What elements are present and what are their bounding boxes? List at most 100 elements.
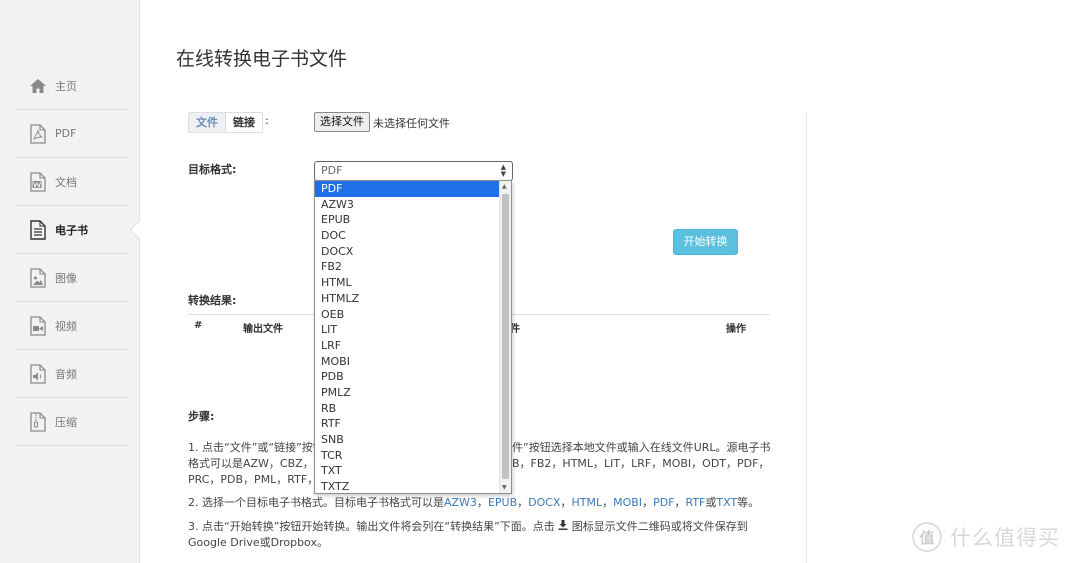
format-link[interactable]: EPUB <box>488 496 517 509</box>
watermark-logo-icon: 值 <box>912 522 942 552</box>
format-option[interactable]: PDB <box>315 369 499 385</box>
watermark: 值 什么值得买 <box>912 522 1060 552</box>
sidebar-item-label: 图像 <box>55 271 77 285</box>
audio-file-icon <box>26 362 50 386</box>
tab-link[interactable]: 链接 <box>225 113 262 132</box>
format-link-txt[interactable]: TXT <box>716 496 737 509</box>
link-separator: ， <box>674 496 686 509</box>
selected-format: PDF <box>321 164 343 177</box>
link-separator: ， <box>560 496 572 509</box>
steps-label: 步骤: <box>188 410 215 423</box>
format-link[interactable]: RTF <box>686 496 706 509</box>
download-icon <box>558 520 572 533</box>
format-option[interactable]: MOBI <box>315 354 499 370</box>
sidebar-item-docs[interactable]: 文档 <box>16 158 129 206</box>
step-1-line-3: PRC，PDB，PML，RTF， <box>188 472 318 488</box>
format-option[interactable]: OEB <box>315 307 499 323</box>
step-1-line-2b: B，FB2，HTML，LIT，LRF，MOBI，ODT，PDF， <box>512 456 769 472</box>
format-option[interactable]: RB <box>315 401 499 417</box>
sidebar-item-label: 文档 <box>55 175 77 189</box>
format-option[interactable]: LRF <box>315 338 499 354</box>
content-divider <box>806 112 807 563</box>
sidebar-item-ebook[interactable]: 电子书 <box>16 206 129 254</box>
ebook-file-icon <box>26 218 50 242</box>
step-1-line-2: 格式可以是AZW，CBZ，C <box>188 456 321 472</box>
image-file-icon <box>26 266 50 290</box>
format-option[interactable]: RTF <box>315 416 499 432</box>
format-option[interactable]: LIT <box>315 322 499 338</box>
video-file-icon <box>26 314 50 338</box>
pdf-file-icon <box>26 122 50 146</box>
step-text: B，FB2，HTML，LIT，LRF，MOBI，ODT，PDF， <box>512 457 770 470</box>
step-1-line-1b: 件”按钮选择本地文件或输入在线文件URL。源电子书 <box>512 440 771 456</box>
step-text: 3. 点击“开始转换”按钮开始转换。输出文件将会列在“转换结果”下面。点击 <box>188 520 555 533</box>
sidebar-item-archive[interactable]: 压缩 <box>16 398 129 446</box>
format-option[interactable]: HTMLZ <box>315 291 499 307</box>
col-num: # <box>194 320 203 331</box>
format-link[interactable]: DOCX <box>528 496 560 509</box>
scrollbar-thumb[interactable] <box>502 194 509 479</box>
format-option[interactable]: PDF <box>315 181 499 197</box>
format-dropdown-list[interactable]: PDF AZW3 EPUB DOC DOCX FB2 HTML HTMLZ OEB LIT LRF M… <box>314 180 512 494</box>
sidebar-item-label: 电子书 <box>55 223 88 237</box>
select-arrows-icon: ▲ ▼ <box>500 163 506 178</box>
format-option[interactable]: PMLZ <box>315 385 499 401</box>
format-option[interactable]: EPUB <box>315 212 499 228</box>
result-label: 转换结果: <box>188 294 237 307</box>
source-colon: : <box>265 114 269 127</box>
sidebar-item-label: 压缩 <box>55 415 77 429</box>
sidebar-item-label: 视频 <box>55 319 77 333</box>
active-pointer <box>131 221 140 239</box>
home-icon <box>26 74 50 98</box>
format-link[interactable]: HTML <box>571 496 602 509</box>
format-link[interactable]: MOBI <box>613 496 642 509</box>
sidebar-item-audio[interactable]: 音频 <box>16 350 129 398</box>
col-output-file: 输出文件 <box>243 324 283 335</box>
choose-file-button[interactable]: 选择文件 <box>314 112 370 132</box>
link-separator: ， <box>517 496 529 509</box>
sidebar-item-label: 音频 <box>55 367 77 381</box>
scroll-down-icon[interactable]: ▼ <box>502 484 507 491</box>
dropdown-scrollbar[interactable]: ▲ ▼ <box>499 181 511 493</box>
sidebar-item-home[interactable]: 主页 <box>16 62 129 110</box>
step-text: 2. 选择一个目标电子书格式。目标电子书格式可以是 <box>188 496 444 509</box>
sidebar-item-image[interactable]: 图像 <box>16 254 129 302</box>
format-option[interactable]: TXT <box>315 463 499 479</box>
format-option[interactable]: SNB <box>315 432 499 448</box>
format-option[interactable]: TXTZ <box>315 479 499 493</box>
target-format-label: 目标格式: <box>188 163 237 176</box>
col-action: 操作 <box>726 324 746 335</box>
format-option[interactable]: FB2 <box>315 259 499 275</box>
step-text: 1. 点击“文件”或“链接”按钮 <box>188 441 324 454</box>
start-convert-button[interactable]: 开始转换 <box>673 229 738 255</box>
sidebar-item-pdf[interactable]: PDF <box>16 110 129 158</box>
no-file-text: 未选择任何文件 <box>373 117 450 130</box>
scroll-up-icon[interactable]: ▲ <box>502 183 507 190</box>
word-file-icon <box>26 170 50 194</box>
format-option[interactable]: TCR <box>315 448 499 464</box>
watermark-text: 什么值得买 <box>950 526 1060 550</box>
format-option[interactable]: DOCX <box>315 244 499 260</box>
sidebar-item-label: 主页 <box>55 79 77 93</box>
format-link[interactable]: AZW3 <box>444 496 477 509</box>
step-text: PRC，PDB，PML，RTF， <box>188 473 319 486</box>
step-text: 或 <box>705 496 717 509</box>
format-option[interactable]: DOC <box>315 228 499 244</box>
format-link[interactable]: PDF <box>653 496 674 509</box>
format-option[interactable]: HTML <box>315 275 499 291</box>
link-separator: ， <box>642 496 654 509</box>
step-3-line-2: Google Drive或Dropbox。 <box>188 535 328 551</box>
step-text: 格式可以是AZW，CBZ，C <box>188 457 322 470</box>
sidebar: 主页 PDF 文档 电子书 图像 视频 音频 压缩 <box>0 0 140 563</box>
step-text: 图标显示文件二维码或将文件保存到 <box>571 520 748 533</box>
step-text: 件”按钮选择本地文件或输入在线文件URL。源电子书 <box>512 441 771 454</box>
sidebar-item-label: PDF <box>55 127 77 140</box>
tab-file[interactable]: 文件 <box>189 113 225 132</box>
link-separator: ， <box>602 496 614 509</box>
page-title: 在线转换电子书文件 <box>176 48 348 70</box>
step-1-line-1: 1. 点击“文件”或“链接”按钮 <box>188 440 324 456</box>
format-option[interactable]: AZW3 <box>315 197 499 213</box>
step-text: Google Drive或Dropbox。 <box>188 536 328 549</box>
sidebar-item-video[interactable]: 视频 <box>16 302 129 350</box>
target-format-select[interactable]: PDF ▲ ▼ <box>314 161 513 181</box>
